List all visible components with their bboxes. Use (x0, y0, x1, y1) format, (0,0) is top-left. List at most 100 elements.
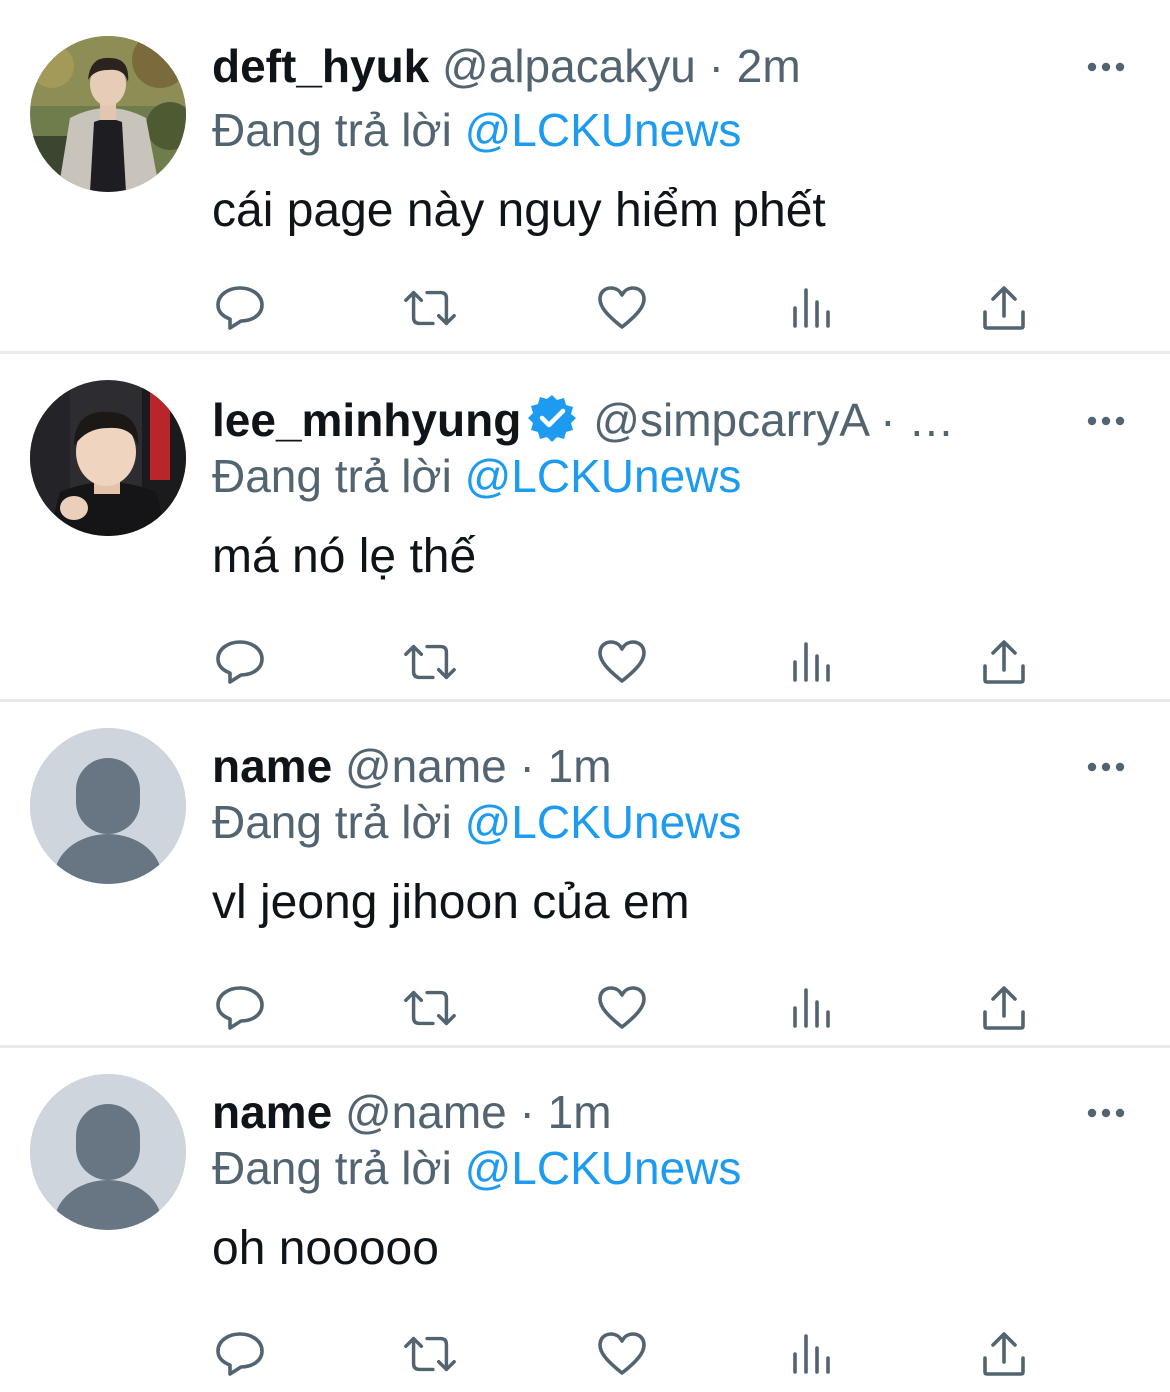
separator-dot: · (519, 1086, 535, 1138)
timestamp[interactable]: 1m (548, 740, 612, 792)
reply-bubble-icon (216, 1332, 264, 1376)
user-handle[interactable]: @simpcarryA (593, 394, 867, 446)
action-bar (212, 280, 1042, 336)
timestamp[interactable]: 1m (548, 1086, 612, 1138)
avatar[interactable] (30, 36, 186, 192)
heart-icon (598, 640, 646, 683)
tweet-text: vl jeong jihoon của em (212, 876, 690, 929)
user-handle[interactable]: @name (345, 740, 507, 792)
verified-badge-icon (528, 395, 577, 442)
more-horizontal-icon (1087, 762, 1125, 772)
user-handle[interactable]: @alpacakyu (442, 40, 696, 92)
tweet-header: deft_hyuk @alpacakyu · 2m (212, 38, 1080, 94)
bar-chart-icon (793, 288, 830, 328)
tweet[interactable]: name @name · 1m Đang trả lời @LCKUnews o… (0, 1046, 1170, 1392)
tweet-header: name @name · 1m (212, 738, 1080, 794)
reply-bubble-icon (216, 986, 264, 1030)
retweet-button[interactable] (402, 280, 458, 336)
retweet-button[interactable] (402, 634, 458, 690)
share-upload-icon (983, 640, 1025, 684)
user-handle[interactable]: @name (345, 1086, 507, 1138)
reply-button[interactable] (212, 1326, 268, 1382)
reply-prefix: Đang trả lời (212, 104, 452, 156)
more-options-button[interactable] (1086, 1104, 1126, 1122)
avatar[interactable] (30, 1074, 186, 1230)
display-name[interactable]: name (212, 740, 332, 792)
reply-button[interactable] (212, 280, 268, 336)
more-horizontal-icon (1087, 416, 1125, 426)
reply-prefix: Đang trả lời (212, 1142, 452, 1194)
more-options-button[interactable] (1086, 758, 1126, 776)
bar-chart-icon (793, 1334, 830, 1374)
separator-dot: · (519, 740, 535, 792)
views-button[interactable] (784, 280, 840, 336)
reply-context: Đang trả lời @LCKUnews (212, 446, 741, 506)
display-name[interactable]: deft_hyuk (212, 40, 429, 92)
views-button[interactable] (784, 980, 840, 1036)
reply-prefix: Đang trả lời (212, 796, 452, 848)
tweet-header: name @name · 1m (212, 1084, 1080, 1140)
more-options-button[interactable] (1086, 58, 1126, 76)
share-upload-icon (983, 286, 1025, 330)
retweet-icon (404, 644, 456, 680)
reply-target-link[interactable]: @LCKUnews (465, 796, 742, 848)
tweet-text: cái page này nguy hiểm phết (212, 184, 826, 237)
tweet-text: má nó lẹ thế (212, 530, 477, 583)
like-button[interactable] (594, 634, 650, 690)
bar-chart-icon (793, 988, 830, 1028)
tweet[interactable]: deft_hyuk @alpacakyu · 2m Đang trả lời @… (0, 0, 1170, 346)
share-upload-icon (983, 1332, 1025, 1376)
retweet-icon (404, 990, 456, 1026)
timestamp[interactable]: 2m (737, 40, 801, 92)
views-button[interactable] (784, 634, 840, 690)
share-button[interactable] (976, 280, 1032, 336)
more-horizontal-icon (1087, 1108, 1125, 1118)
reply-context: Đang trả lời @LCKUnews (212, 792, 741, 852)
tweet[interactable]: lee_minhyung @simpcarryA · … Đang trả lờ… (0, 354, 1170, 700)
reply-bubble-icon (216, 286, 264, 330)
retweet-icon (404, 290, 456, 326)
share-button[interactable] (976, 980, 1032, 1036)
separator-dot: · (708, 40, 724, 92)
reply-button[interactable] (212, 980, 268, 1036)
avatar[interactable] (30, 728, 186, 884)
avatar-photo-image (30, 380, 186, 536)
bar-chart-icon (793, 642, 830, 682)
share-button[interactable] (976, 634, 1032, 690)
reply-context: Đang trả lời @LCKUnews (212, 100, 741, 160)
default-avatar-icon (30, 728, 186, 884)
reply-target-link[interactable]: @LCKUnews (465, 104, 742, 156)
retweet-button[interactable] (402, 980, 458, 1036)
reply-target-link[interactable]: @LCKUnews (465, 450, 742, 502)
reply-button[interactable] (212, 634, 268, 690)
retweet-icon (404, 1336, 456, 1372)
timestamp[interactable]: … (908, 394, 954, 446)
default-avatar-icon (30, 1074, 186, 1230)
tweet[interactable]: name @name · 1m Đang trả lời @LCKUnews v… (0, 700, 1170, 1046)
reply-feed: deft_hyuk @alpacakyu · 2m Đang trả lời @… (0, 0, 1170, 1382)
like-button[interactable] (594, 280, 650, 336)
reply-bubble-icon (216, 640, 264, 684)
heart-icon (598, 1332, 646, 1375)
like-button[interactable] (594, 1326, 650, 1382)
display-name[interactable]: lee_minhyung (212, 394, 521, 446)
share-upload-icon (983, 986, 1025, 1030)
share-button[interactable] (976, 1326, 1032, 1382)
heart-icon (598, 986, 646, 1029)
reply-target-link[interactable]: @LCKUnews (465, 1142, 742, 1194)
action-bar (212, 1326, 1042, 1382)
avatar[interactable] (30, 380, 186, 536)
retweet-button[interactable] (402, 1326, 458, 1382)
like-button[interactable] (594, 980, 650, 1036)
reply-context: Đang trả lời @LCKUnews (212, 1138, 741, 1198)
action-bar (212, 980, 1042, 1036)
avatar-photo-image (30, 36, 186, 192)
views-button[interactable] (784, 1326, 840, 1382)
tweet-header: lee_minhyung @simpcarryA · … (212, 392, 1080, 448)
display-name[interactable]: name (212, 1086, 332, 1138)
tweet-text: oh nooooo (212, 1222, 439, 1275)
reply-prefix: Đang trả lời (212, 450, 452, 502)
action-bar (212, 634, 1042, 690)
more-horizontal-icon (1087, 62, 1125, 72)
more-options-button[interactable] (1086, 412, 1126, 430)
